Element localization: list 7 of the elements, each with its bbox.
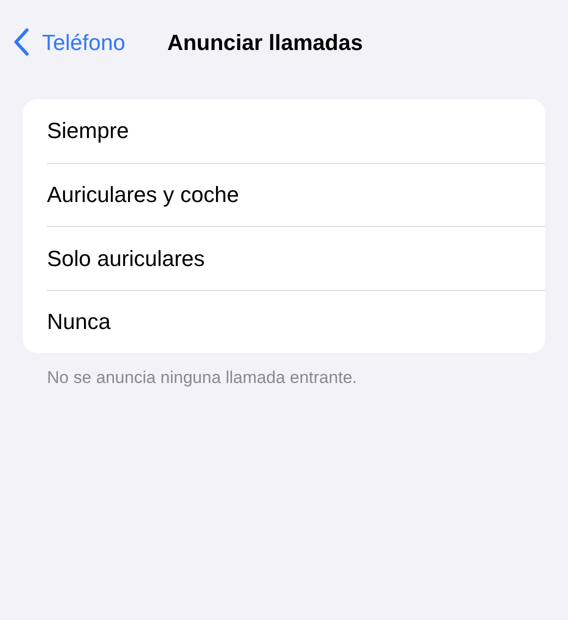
back-button[interactable]: Teléfono [12, 26, 126, 58]
option-item[interactable]: Siempre [47, 114, 129, 148]
screen-title: Anunciar llamadas [167, 28, 363, 56]
option-item[interactable]: Solo auriculares [47, 242, 205, 275]
option-item[interactable]: Nunca [47, 305, 111, 338]
option-item[interactable]: Auriculares y coche [47, 178, 239, 212]
footer-note: No se anuncia ninguna llamada entrante. [47, 367, 358, 389]
